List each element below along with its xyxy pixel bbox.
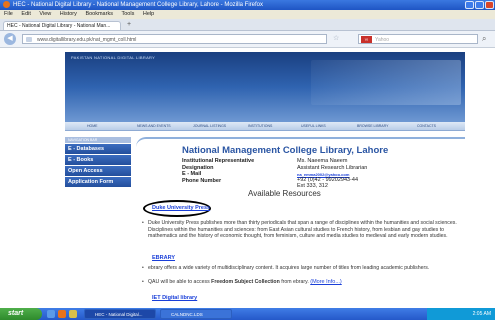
search-placeholder: Yahoo: [375, 37, 390, 43]
menu-bar: File Edit View History Bookmarks Tools H…: [0, 10, 495, 19]
site-identity-icon: [26, 37, 32, 42]
site-banner: PAKISTAN NATIONAL DIGITAL LIBRARY: [65, 52, 465, 122]
sidebar: NAVIGATION BAR E - Databases E - Books O…: [65, 137, 131, 308]
duke-text: Duke University Press publishes more tha…: [148, 220, 457, 239]
menu-view[interactable]: View: [39, 11, 51, 17]
web-page: PAKISTAN NATIONAL DIGITAL LIBRARY HOME N…: [40, 52, 465, 308]
sidebar-caption: NAVIGATION BAR: [65, 137, 131, 143]
search-icon[interactable]: ⌕: [482, 34, 486, 44]
firefox-icon: [3, 1, 10, 8]
main-content: National Management College Library, Lah…: [136, 137, 465, 308]
nav-journals[interactable]: JOURNAL LISTINGS: [193, 122, 226, 130]
tab-bar: HEC - National Digital Library - Nationa…: [0, 19, 495, 31]
sidebar-item-application-form[interactable]: Application Form: [65, 177, 131, 187]
browser-tab[interactable]: HEC - National Digital Library - Nationa…: [3, 21, 121, 30]
taskbar: start HEC - National Digital... CALNDNC.…: [0, 308, 495, 320]
more-info-link[interactable]: (More Info...): [310, 279, 341, 285]
nav-contacts[interactable]: CONTACTS: [417, 122, 436, 130]
address-text: www.digitallibrary.edu.pk/nat_mgmt_coll.…: [37, 37, 137, 43]
nav-institutions[interactable]: INSTITUTIONS: [248, 122, 272, 130]
bullet-icon: •: [142, 279, 144, 285]
system-tray: 2:05 AM: [427, 308, 495, 320]
start-button[interactable]: start: [0, 308, 42, 320]
site-nav: HOME NEWS AND EVENTS JOURNAL LISTINGS IN…: [65, 122, 465, 131]
nav-browse-library[interactable]: BROWSE LIBRARY: [357, 122, 388, 130]
search-engine-icon[interactable]: Y!: [361, 36, 372, 43]
page-title: National Management College Library, Lah…: [182, 145, 389, 156]
ie-icon[interactable]: [47, 310, 55, 318]
nav-home[interactable]: HOME: [87, 122, 98, 130]
ebrary-description: • ebrary offers a wide variety of multid…: [142, 265, 460, 272]
bullet-icon: •: [142, 220, 144, 226]
duke-university-press-link[interactable]: Duke University Press: [152, 205, 210, 211]
banner-image: [311, 60, 461, 105]
clock: 2:05 AM: [472, 311, 491, 317]
close-button[interactable]: [485, 1, 494, 9]
back-arrow-icon[interactable]: ◀: [4, 33, 16, 45]
value-representative: Ms. Naeema Naeem: [297, 158, 348, 164]
menu-bookmarks[interactable]: Bookmarks: [85, 11, 113, 17]
freedom-collection: Freedom Subject Collection: [211, 279, 280, 285]
taskbar-item-explorer[interactable]: CALNDNC.LDS: [160, 309, 232, 319]
new-tab-icon[interactable]: +: [124, 21, 134, 29]
duke-description: • Duke University Press publishes more t…: [142, 220, 460, 240]
maximize-button[interactable]: [475, 1, 484, 9]
label-phone: Phone Number: [182, 178, 222, 184]
ebrary-access-text: QAU will be able to access: [148, 279, 210, 285]
banner-title: PAKISTAN NATIONAL DIGITAL LIBRARY: [71, 55, 156, 60]
section-heading: Available Resources: [248, 189, 321, 198]
menu-history[interactable]: History: [60, 11, 77, 17]
iet-digital-library-link[interactable]: IET Digital library: [152, 295, 197, 301]
firefox-taskbar-icon[interactable]: [58, 310, 66, 318]
ebrary-from: from ebrary.: [281, 279, 309, 285]
sidebar-item-e-books[interactable]: E - Books: [65, 155, 131, 165]
search-input[interactable]: Y! Yahoo: [358, 34, 478, 44]
ebrary-access: • QAU will be able to access Freedom Sub…: [142, 279, 460, 286]
nav-news[interactable]: NEWS AND EVENTS: [137, 122, 171, 130]
ebrary-text: ebrary offers a wide variety of multidis…: [148, 265, 430, 271]
page-viewport: PAKISTAN NATIONAL DIGITAL LIBRARY HOME N…: [0, 48, 495, 308]
label-representative: Institutional Representative: [182, 158, 255, 164]
ebrary-link[interactable]: EBRARY: [152, 255, 175, 261]
menu-file[interactable]: File: [4, 11, 13, 17]
folder-icon[interactable]: [69, 310, 77, 318]
menu-tools[interactable]: Tools: [121, 11, 134, 17]
bullet-icon: •: [142, 265, 144, 271]
sidebar-item-e-databases[interactable]: E - Databases: [65, 144, 131, 154]
window-title: HEC - National Digital Library - Nationa…: [13, 2, 263, 8]
bookmark-star-icon[interactable]: ☆: [333, 34, 339, 44]
taskbar-item-firefox[interactable]: HEC - National Digital...: [84, 309, 156, 319]
navigation-bar: ◀ www.digitallibrary.edu.pk/nat_mgmt_col…: [0, 31, 495, 48]
sidebar-item-open-access[interactable]: Open Access: [65, 166, 131, 176]
menu-edit[interactable]: Edit: [21, 11, 30, 17]
label-email: E - Mail: [182, 171, 202, 177]
nav-useful-links[interactable]: USEFUL LINKS: [301, 122, 326, 130]
address-bar[interactable]: www.digitallibrary.edu.pk/nat_mgmt_coll.…: [22, 34, 327, 44]
menu-help[interactable]: Help: [143, 11, 154, 17]
minimize-button[interactable]: [465, 1, 474, 9]
window-title-bar: HEC - National Digital Library - Nationa…: [0, 0, 495, 10]
